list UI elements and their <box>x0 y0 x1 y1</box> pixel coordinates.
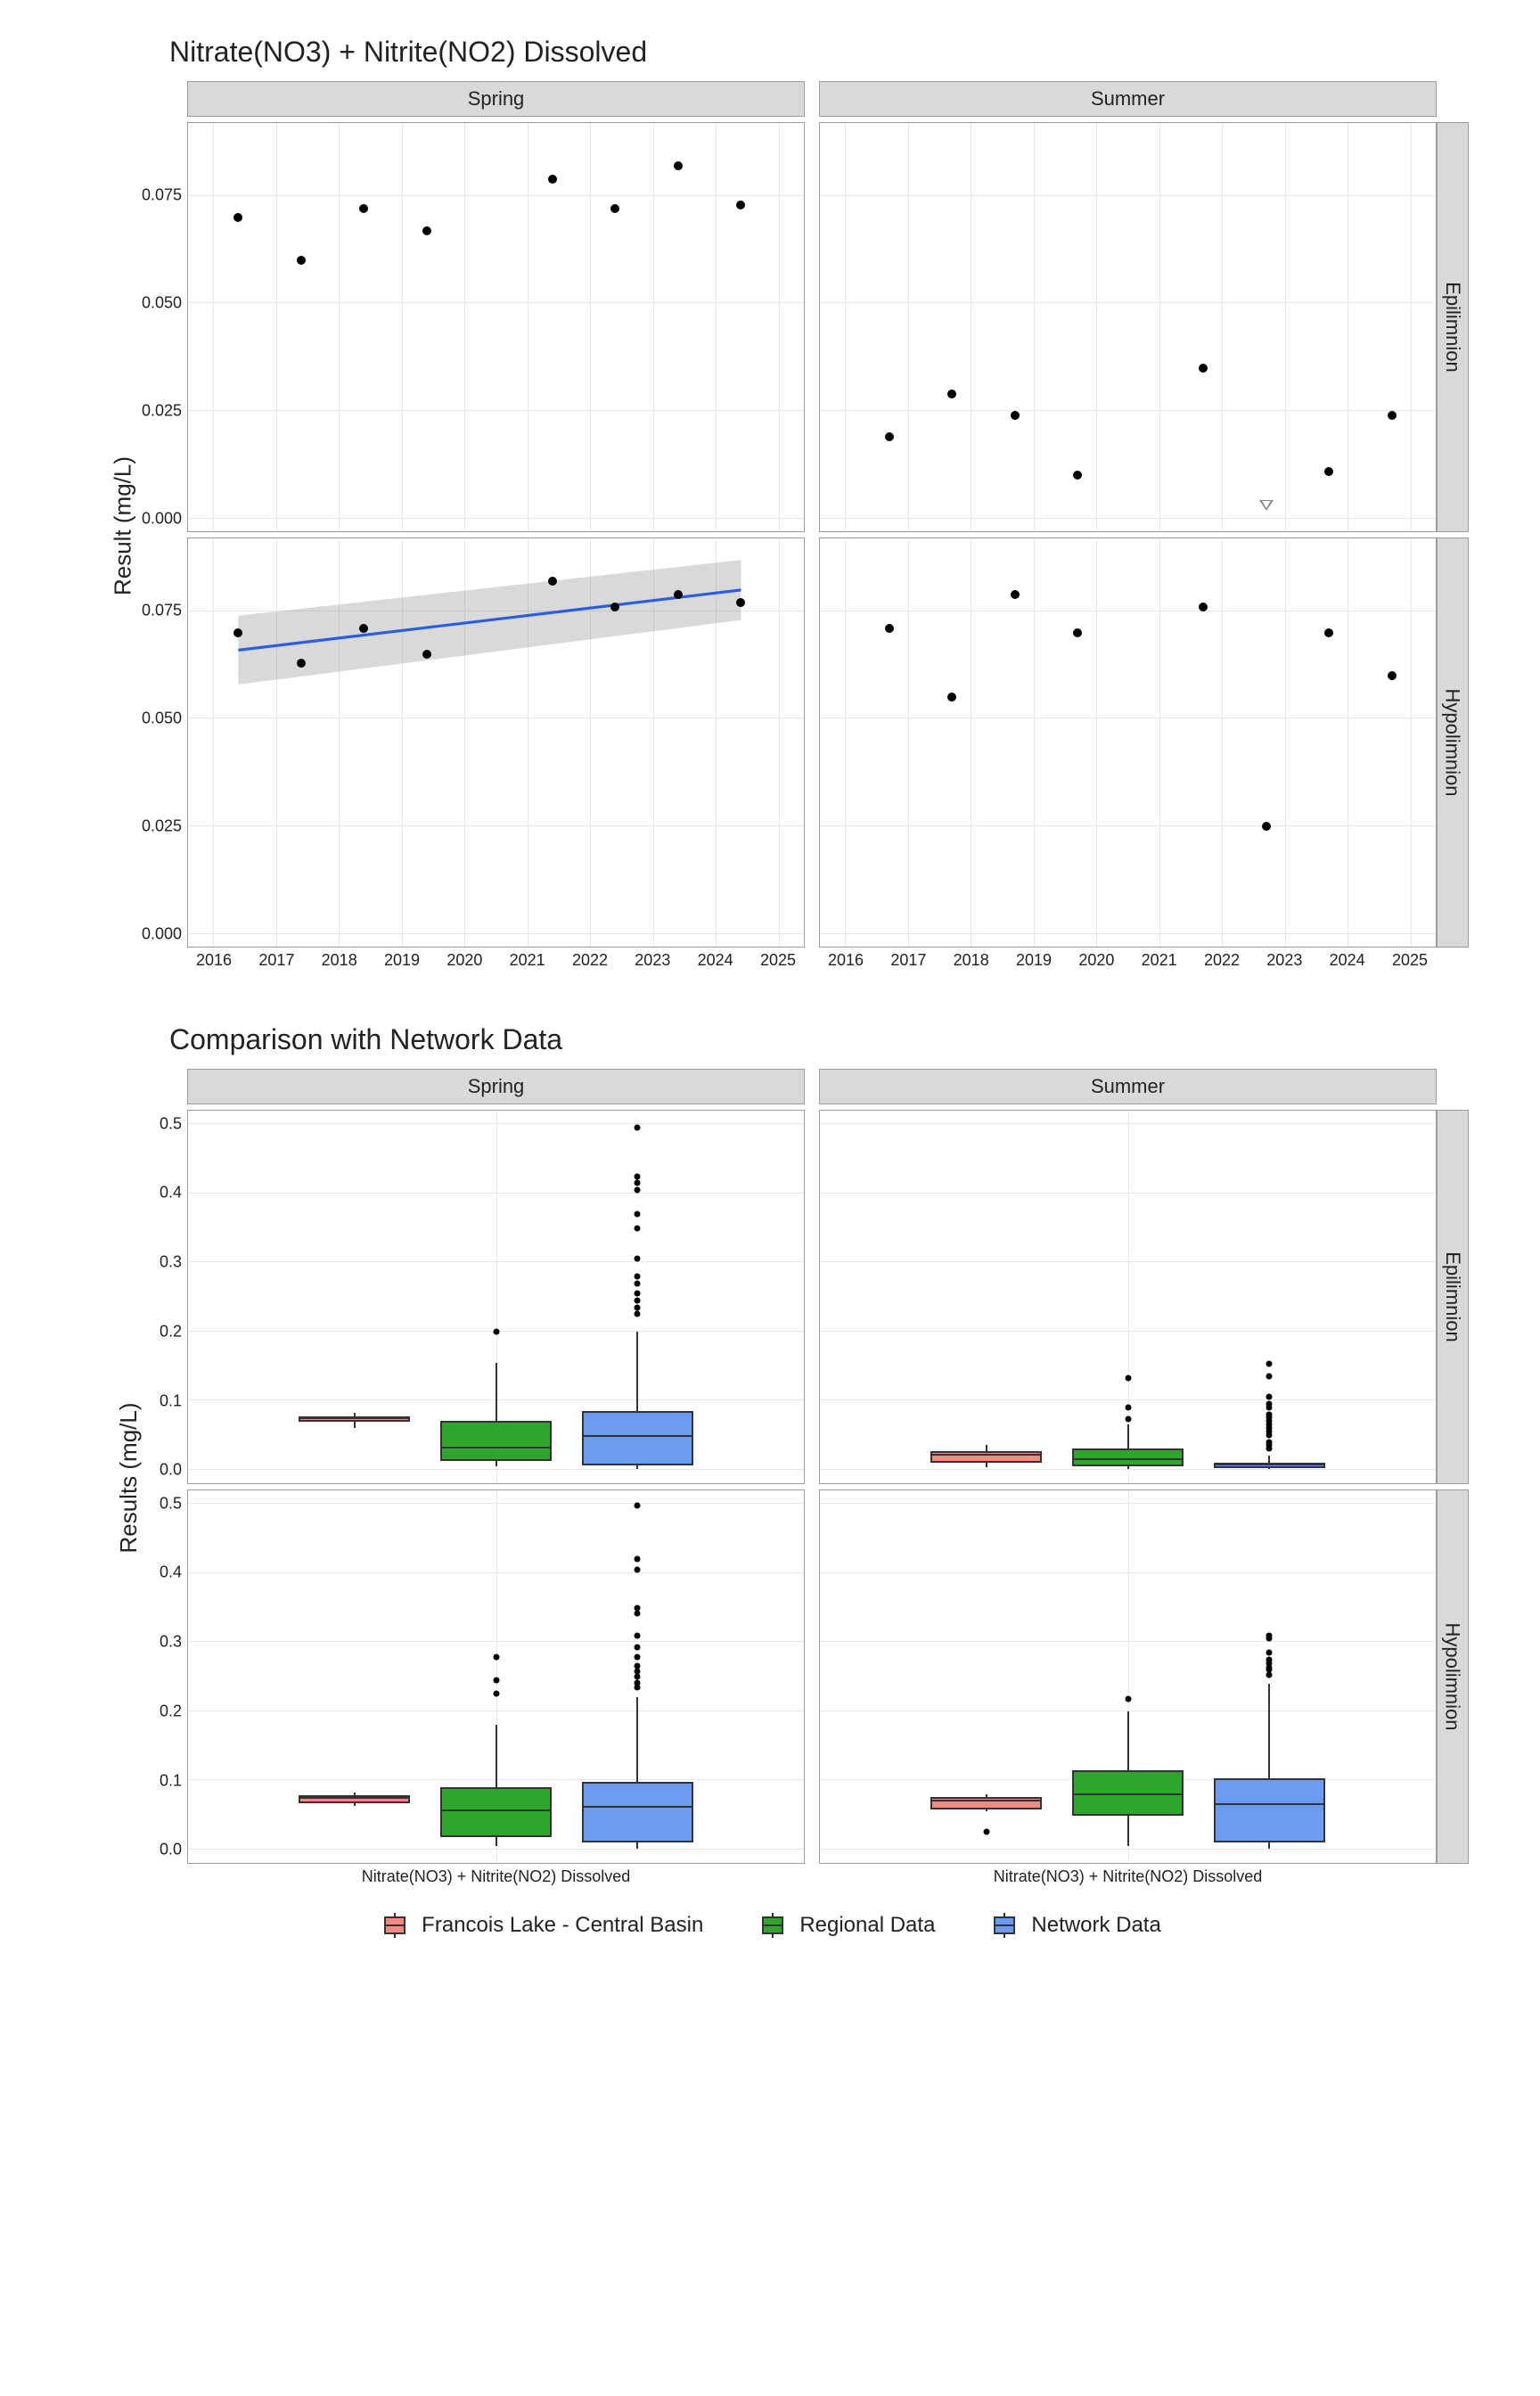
x-ticks-summer: 2016201720182019202020212022202320242025 <box>819 951 1437 970</box>
x-ticks2-spring: Nitrate(NO3) + Nitrite(NO2) Dissolved <box>187 1867 805 1886</box>
facet-row-epi-label: Epilimnion <box>1437 122 1469 532</box>
figure1-title: Nitrate(NO3) + Nitrite(NO2) Dissolved <box>169 36 1504 69</box>
facet2-col-spring: Spring <box>187 1069 805 1104</box>
x-ticks-row-1: 2016201720182019202020212022202320242025… <box>143 951 1469 970</box>
panel2-summer-hypo <box>819 1489 1437 1864</box>
scatter-facet-figure: Nitrate(NO3) + Nitrite(NO2) Dissolved Re… <box>36 36 1504 970</box>
panel-summer-epi <box>819 122 1437 532</box>
facet-top-headers: Spring Summer <box>143 81 1469 117</box>
legend-item-regional: Regional Data <box>757 1913 935 1938</box>
y-ticks-row2: 0.0000.0250.0500.075 <box>143 537 187 948</box>
facet-col-spring: Spring <box>187 81 805 117</box>
legend-label: Regional Data <box>799 1913 935 1938</box>
facet2-row-hypo-label: Hypolimnion <box>1437 1489 1469 1864</box>
x-ticks-row-2: Nitrate(NO3) + Nitrite(NO2) Dissolved Ni… <box>143 1867 1469 1886</box>
legend-label: Francois Lake - Central Basin <box>422 1913 703 1938</box>
facet-row-epi: 0.0000.0250.0500.075 Epilimnion <box>143 122 1469 532</box>
panel2-spring-hypo <box>187 1489 805 1864</box>
y-ticks-row1: 0.0000.0250.0500.075 <box>143 122 187 532</box>
y-ticks2-row2: 0.00.10.20.30.40.5 <box>143 1489 187 1864</box>
legend-item-network: Network Data <box>988 1913 1160 1938</box>
boxplot-facet-grid: Results (mg/L) Spring Summer 0.00.10.20.… <box>143 1069 1469 1886</box>
facet2-row-epi-label: Epilimnion <box>1437 1110 1469 1484</box>
y-axis-label-2: Results (mg/L) <box>115 1402 143 1553</box>
facet-top-headers-2: Spring Summer <box>143 1069 1469 1104</box>
facet-row-hypo: 0.0000.0250.0500.075 Hypolimnion <box>143 537 1469 948</box>
figure2-title: Comparison with Network Data <box>169 1023 1504 1056</box>
legend-item-francois: Francois Lake - Central Basin <box>379 1913 703 1938</box>
legend: Francois Lake - Central Basin Regional D… <box>36 1913 1504 1938</box>
boxplot-facet-figure: Comparison with Network Data Results (mg… <box>36 1023 1504 1886</box>
facet-row-hypo-label: Hypolimnion <box>1437 537 1469 948</box>
x-ticks-spring: 2016201720182019202020212022202320242025 <box>187 951 805 970</box>
panel2-summer-epi <box>819 1110 1437 1484</box>
scatter-facet-grid: Result (mg/L) Spring Summer 0.0000.0250.… <box>143 81 1469 970</box>
y-ticks2-row1: 0.00.10.20.30.40.5 <box>143 1110 187 1484</box>
legend-label: Network Data <box>1031 1913 1160 1938</box>
facet2-row-hypo: 0.00.10.20.30.40.5 Hypolimnion <box>143 1489 1469 1864</box>
panel2-spring-epi <box>187 1110 805 1484</box>
y-axis-label-1: Result (mg/L) <box>110 455 137 595</box>
panel-spring-epi <box>187 122 805 532</box>
facet2-row-epi: 0.00.10.20.30.40.5 Epilimnion <box>143 1110 1469 1484</box>
facet-col-summer: Summer <box>819 81 1437 117</box>
x-ticks2-summer: Nitrate(NO3) + Nitrite(NO2) Dissolved <box>819 1867 1437 1886</box>
panel-summer-hypo <box>819 537 1437 948</box>
panel-spring-hypo <box>187 537 805 948</box>
facet2-col-summer: Summer <box>819 1069 1437 1104</box>
